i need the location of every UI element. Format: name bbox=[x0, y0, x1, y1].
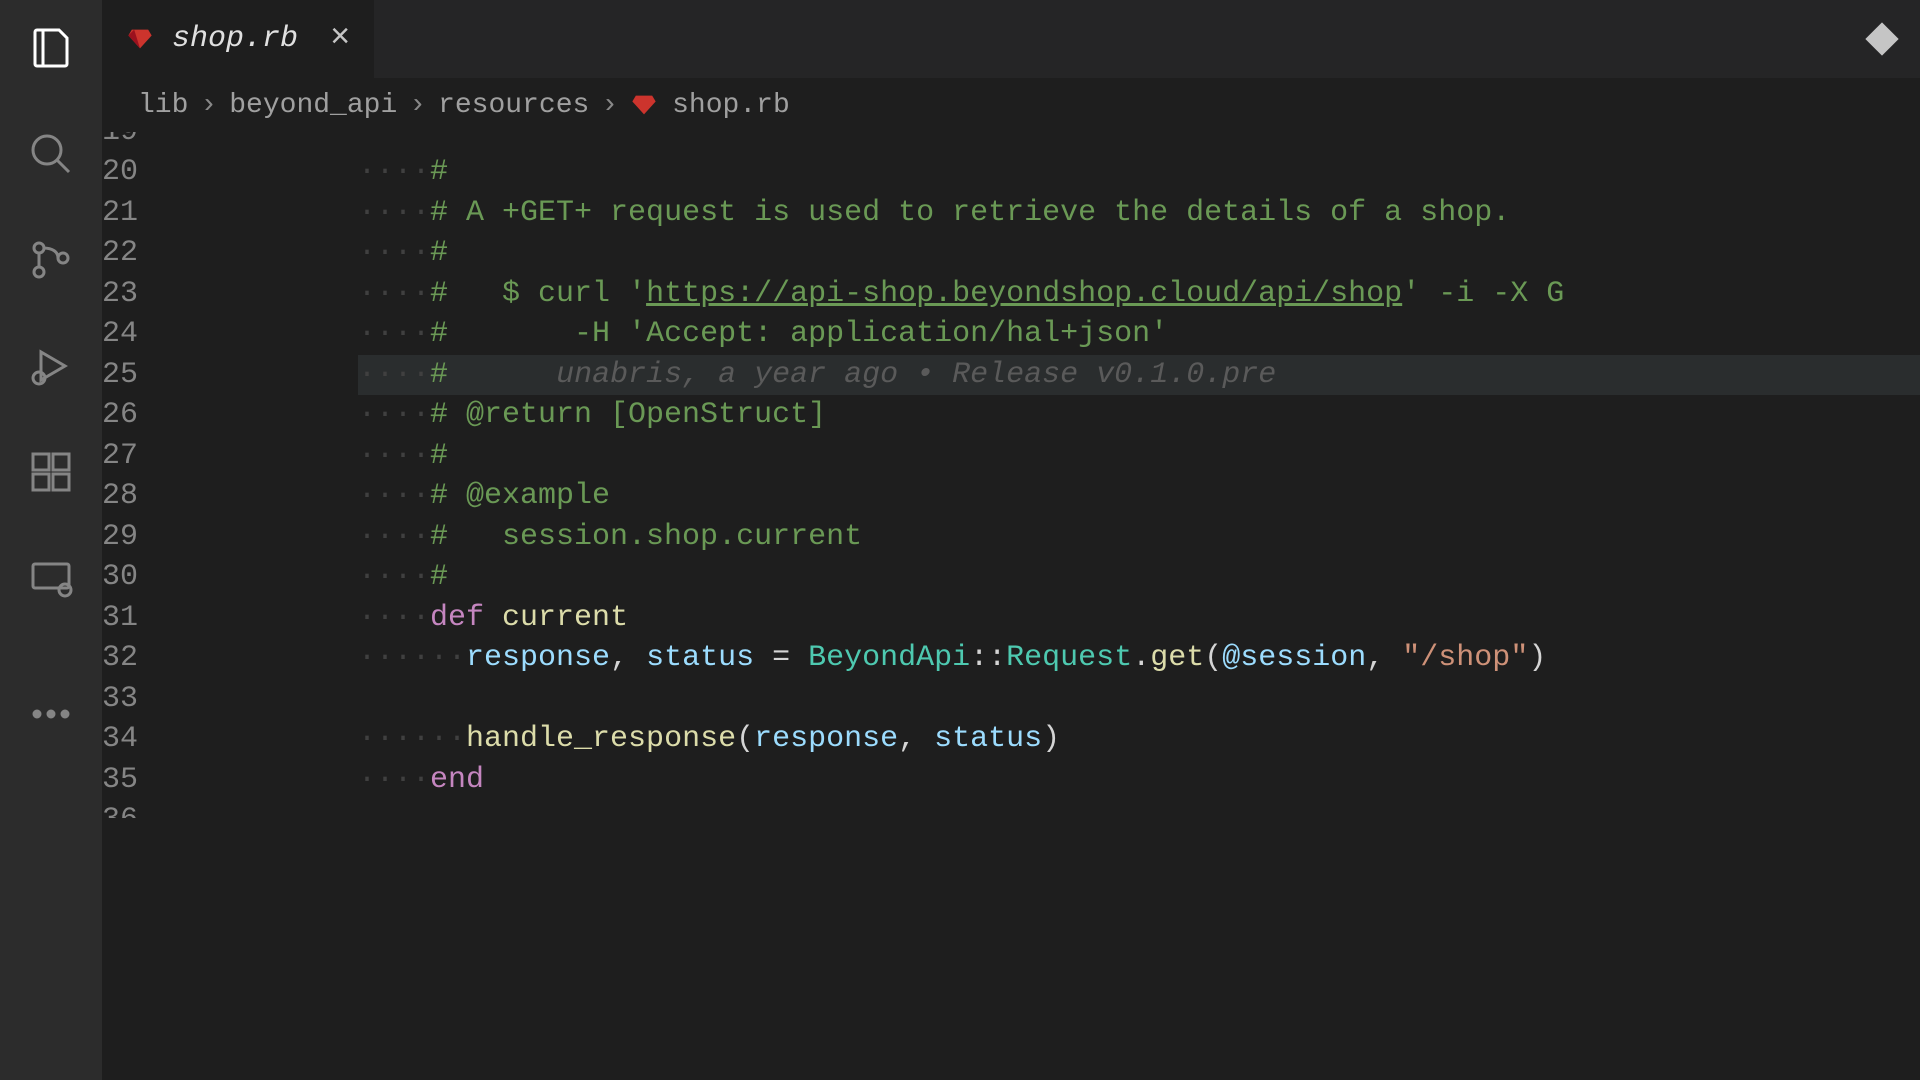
chevron-right-icon: › bbox=[200, 90, 217, 121]
tab-bar: shop.rb × bbox=[102, 0, 1920, 78]
breadcrumb: lib › beyond_api › resources › shop.rb bbox=[102, 78, 1920, 132]
tab-shop-rb[interactable]: shop.rb × bbox=[102, 0, 374, 78]
chevron-right-icon: › bbox=[409, 90, 426, 121]
editor[interactable]: 19 20 21 22 23 24 25 26 27 28 29 30 31 3… bbox=[102, 132, 1920, 1080]
source-control-icon[interactable] bbox=[23, 232, 79, 288]
crumb-lib[interactable]: lib bbox=[138, 90, 188, 121]
code-area[interactable]: ····# ····# A +GET+ request is used to r… bbox=[358, 132, 1920, 1080]
close-icon[interactable]: × bbox=[330, 20, 350, 58]
activity-bar bbox=[0, 0, 102, 1080]
line-number-gutter: 19 20 21 22 23 24 25 26 27 28 29 30 31 3… bbox=[102, 132, 358, 1080]
crumb-resources[interactable]: resources bbox=[438, 90, 589, 121]
ruby-file-icon bbox=[630, 91, 658, 119]
chevron-right-icon: › bbox=[601, 90, 618, 121]
crumb-file[interactable]: shop.rb bbox=[672, 90, 790, 121]
tab-filename: shop.rb bbox=[172, 22, 298, 56]
crumb-beyond-api[interactable]: beyond_api bbox=[229, 90, 397, 121]
extensions-icon[interactable] bbox=[23, 444, 79, 500]
search-icon[interactable] bbox=[23, 126, 79, 182]
explorer-icon[interactable] bbox=[23, 20, 79, 76]
more-icon[interactable] bbox=[23, 686, 79, 742]
git-compare-icon[interactable] bbox=[1862, 19, 1902, 59]
run-debug-icon[interactable] bbox=[23, 338, 79, 394]
ruby-file-icon bbox=[126, 25, 154, 53]
remote-icon[interactable] bbox=[23, 550, 79, 606]
